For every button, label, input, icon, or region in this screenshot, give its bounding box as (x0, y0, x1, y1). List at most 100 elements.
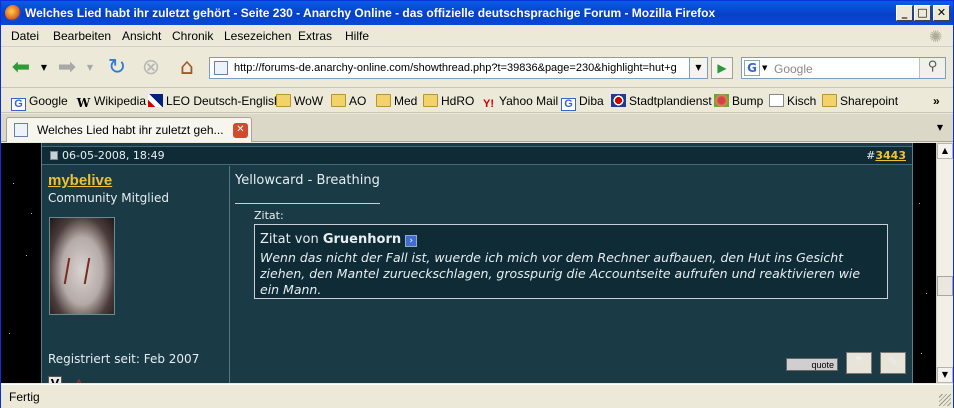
bookmark-label: HdRO (441, 94, 475, 108)
forum-post: 06-05-2008, 18:49 #3443 mybelive Communi… (41, 143, 913, 383)
title-bar: Welches Lied habt ihr zuletzt gehört - S… (1, 1, 953, 25)
site-favicon (214, 61, 228, 75)
throbber-icon: ✺ (929, 29, 943, 46)
forward-icon[interactable]: ➡ (53, 55, 81, 81)
search-input[interactable]: Google (774, 62, 813, 76)
url-text[interactable]: http://forums-de.anarchy-online.com/show… (234, 62, 686, 74)
go-button[interactable]: ▶ (711, 57, 733, 79)
menu-lesezeichen[interactable]: Lesezeichen (224, 29, 291, 43)
home-icon[interactable]: ⌂ (173, 55, 201, 81)
google-icon: G (11, 98, 26, 111)
user-rank: Community Mitglied (48, 191, 169, 205)
menu-ansicht[interactable]: Ansicht (122, 29, 161, 43)
post-header: 06-05-2008, 18:49 #3443 (42, 146, 912, 165)
yahoo-icon: Y! (483, 98, 494, 110)
bookmark-google[interactable]: G Google (11, 94, 68, 111)
bookmark-label: WoW (294, 94, 324, 108)
folder-icon (822, 94, 837, 107)
bookmark-label: Google (29, 94, 68, 108)
bookmark-stadtplandienst[interactable]: Stadtplandienst (611, 94, 712, 110)
scroll-up-icon[interactable]: ▲ (937, 143, 953, 159)
quote-box: Zitat von Gruenhorn › Wenn das nicht der… (254, 224, 888, 299)
tab-close-icon[interactable]: ✕ (233, 123, 248, 138)
bookmarks-toolbar: G Google W Wikipedia LEO Deutsch-English W… (1, 89, 953, 113)
bookmark-folder-sharepoint[interactable]: Sharepoint (822, 94, 898, 110)
menu-extras[interactable]: Extras (298, 29, 332, 43)
view-post-arrow-icon[interactable]: › (405, 235, 418, 247)
bookmark-kisch[interactable]: Kisch (769, 94, 816, 110)
minimize-button[interactable]: _ (896, 5, 913, 21)
bookmark-folder-hdro[interactable]: HdRO (423, 94, 474, 110)
bookmark-bump[interactable]: Bump (714, 94, 763, 110)
maximize-button[interactable]: □ (914, 5, 931, 21)
quote-button[interactable]: quote (786, 358, 838, 371)
status-bar: Fertig (1, 384, 953, 408)
bookmark-yahoo-mail[interactable]: Y! Yahoo Mail (481, 94, 558, 110)
status-text: Fertig (9, 390, 40, 404)
search-icon[interactable]: ⚲ (919, 58, 945, 78)
post-text: Yellowcard - Breathing (235, 173, 380, 188)
forward-history-dropdown[interactable]: ▼ (83, 55, 97, 81)
engine-dropdown-icon[interactable]: ▼ (762, 64, 767, 72)
tab-bar: Welches Lied habt ihr zuletzt geh... ✕ ▼ (1, 114, 953, 142)
bookmark-label: Stadtplandienst (629, 94, 712, 108)
search-bar[interactable]: G ▼ Google ⚲ (741, 57, 946, 79)
bookmark-folder-med[interactable]: Med (376, 94, 417, 110)
leo-icon (148, 94, 163, 107)
tab-list-dropdown-icon[interactable]: ▼ (933, 121, 947, 135)
folder-icon (423, 94, 438, 107)
bookmark-label: Yahoo Mail (499, 94, 559, 108)
registration-date: Registriert seit: Feb 2007 (48, 352, 200, 366)
menu-datei[interactable]: Datei (11, 29, 39, 43)
url-history-dropdown[interactable]: ▼ (690, 57, 708, 79)
stop-icon[interactable]: ⊗ (137, 55, 165, 81)
close-button[interactable]: ✕ (933, 5, 950, 21)
address-bar[interactable]: http://forums-de.anarchy-online.com/show… (209, 57, 690, 79)
scrollbar-thumb[interactable] (937, 276, 953, 296)
back-history-dropdown[interactable]: ▼ (37, 55, 51, 81)
report-warning-icon[interactable]: ⚠ (72, 377, 86, 383)
google-icon: G (561, 98, 576, 111)
wikipedia-icon: W (76, 96, 91, 110)
username-link[interactable]: mybelive (48, 172, 112, 189)
bookmark-wikipedia[interactable]: W Wikipedia (76, 94, 146, 110)
signature-divider (235, 203, 380, 204)
bookmark-label: Diba (579, 94, 604, 108)
menu-chronik[interactable]: Chronik (172, 29, 213, 43)
browser-window: Welches Lied habt ihr zuletzt gehört - S… (0, 0, 954, 408)
folder-icon (276, 94, 291, 107)
user-action-icons: V ⚠ (48, 376, 92, 383)
post-number-link[interactable]: 3443 (875, 149, 906, 162)
vb-profile-icon[interactable]: V (48, 376, 62, 383)
post-number-prefix: # (866, 149, 876, 162)
quote-prefix: Zitat von (260, 232, 323, 247)
post-number: #3443 (866, 149, 906, 162)
menu-bearbeiten[interactable]: Bearbeiten (53, 29, 111, 43)
bookmark-label: Wikipedia (94, 94, 147, 108)
bookmark-folder-ao[interactable]: AO (331, 94, 366, 110)
edit-post-icon[interactable]: ✎ (880, 352, 906, 374)
bump-icon (714, 94, 729, 107)
bookmark-diba[interactable]: G Diba (561, 94, 604, 111)
back-icon[interactable]: ⬅ (7, 55, 35, 81)
reload-icon[interactable]: ↻ (103, 55, 131, 81)
bookmark-leo[interactable]: LEO Deutsch-English (148, 94, 281, 110)
navigation-toolbar: ⬅ ▼ ➡ ▼ ↻ ⊗ ⌂ http://forums-de.anarchy-o… (1, 48, 953, 88)
resize-grip-icon[interactable] (939, 394, 951, 406)
vertical-scrollbar[interactable]: ▲ ▼ (936, 143, 953, 383)
post-date: 06-05-2008, 18:49 (62, 149, 165, 162)
quote-text: Wenn das nicht der Fall ist, wuerde ich … (260, 250, 861, 297)
scroll-down-icon[interactable]: ▼ (937, 367, 953, 383)
tab-active[interactable]: Welches Lied habt ihr zuletzt geh... ✕ (6, 117, 252, 142)
google-engine-icon[interactable]: G (744, 60, 760, 76)
user-info-panel: mybelive Community Mitglied Registriert … (42, 166, 230, 383)
multi-quote-icon[interactable]: ❞ (846, 352, 872, 374)
bookmark-label: Med (394, 94, 418, 108)
bookmark-folder-wow[interactable]: WoW (276, 94, 323, 110)
page-icon (769, 94, 784, 107)
tab-title: Welches Lied habt ihr zuletzt geh... (37, 123, 224, 137)
menu-hilfe[interactable]: Hilfe (345, 29, 369, 43)
quote-author: Gruenhorn (322, 232, 402, 247)
bookmarks-overflow-chevron-icon[interactable]: » (933, 94, 940, 110)
tab-favicon (14, 123, 28, 137)
